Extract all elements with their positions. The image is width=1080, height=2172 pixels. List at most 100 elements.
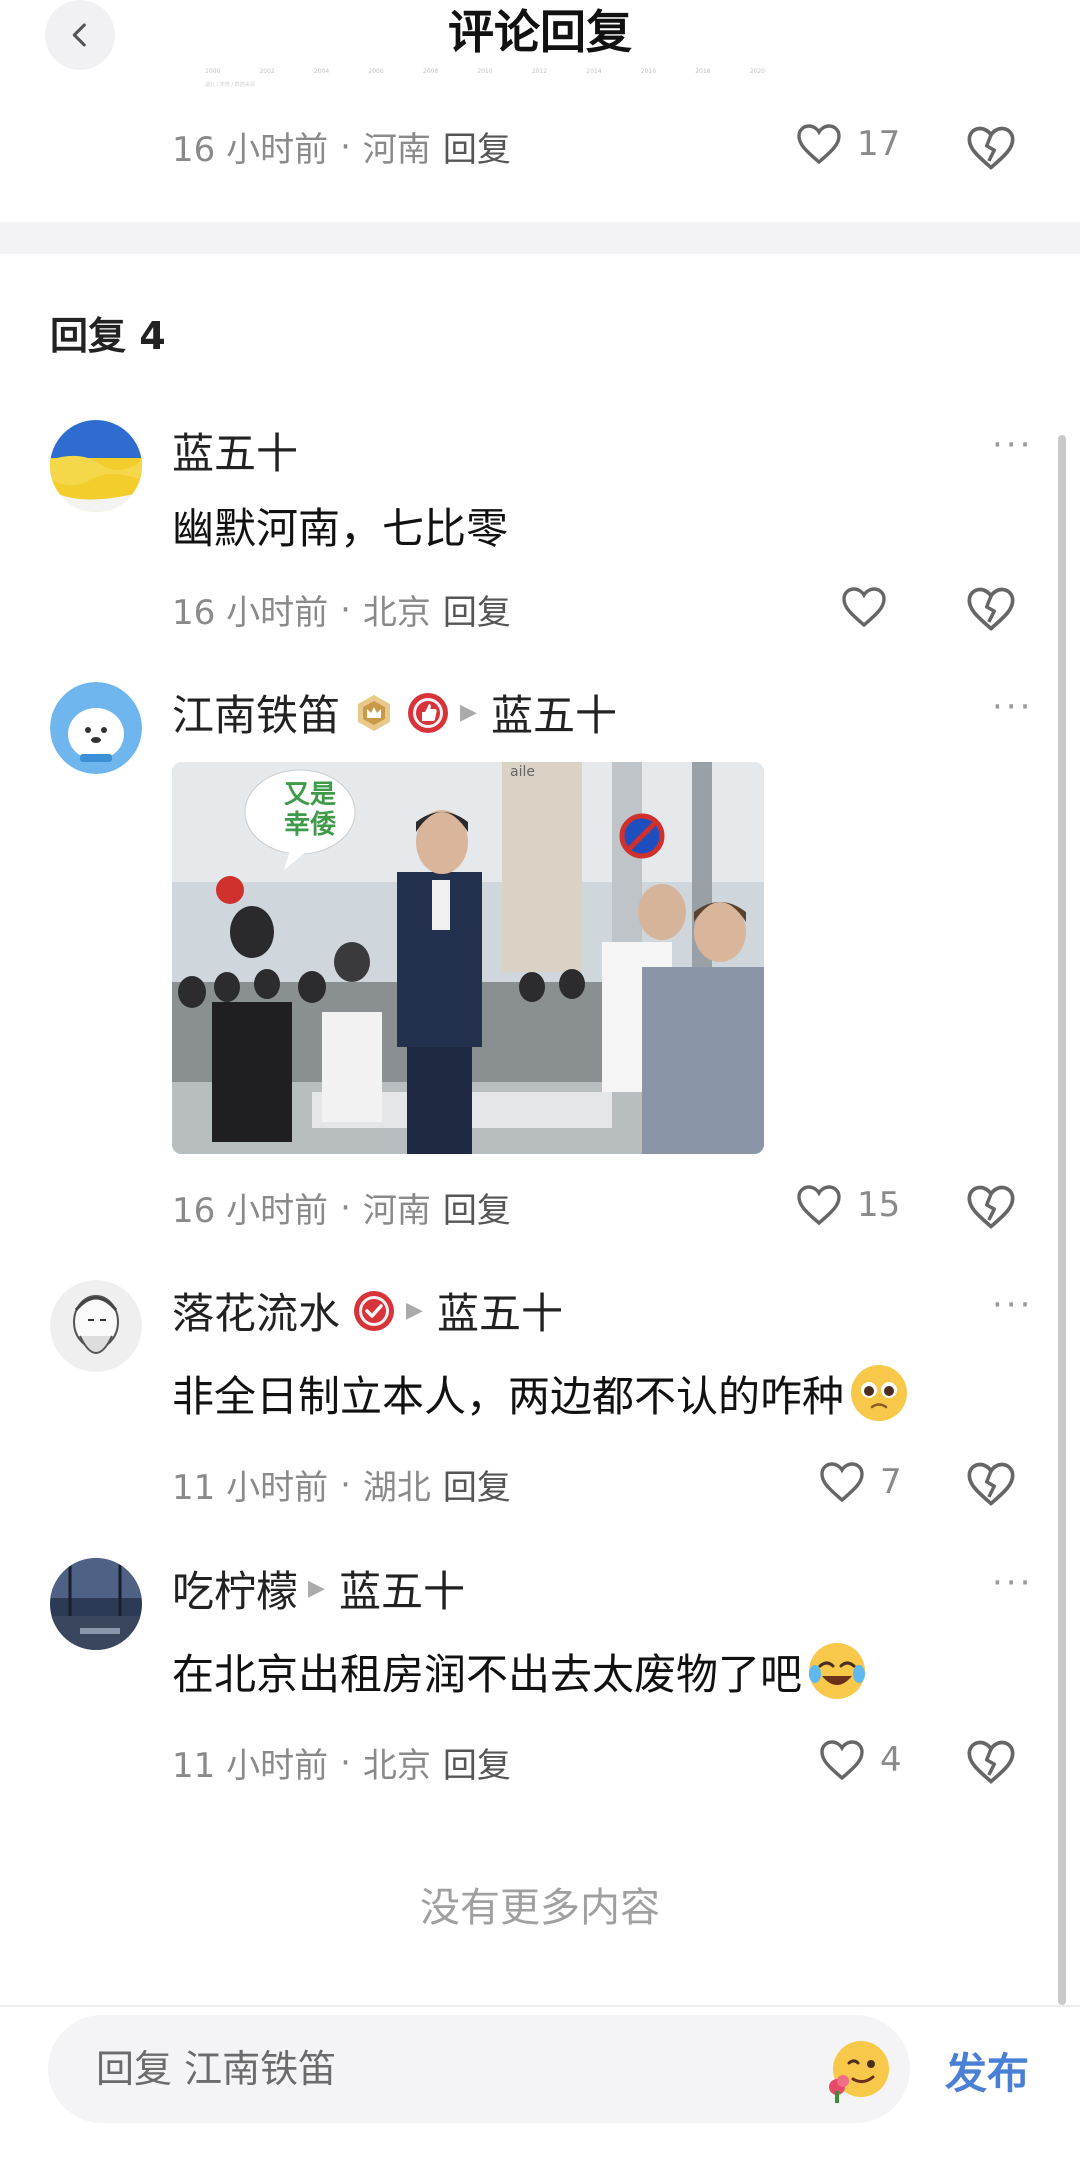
scrollbar[interactable]: [1058, 435, 1066, 2005]
avatar[interactable]: [50, 682, 142, 774]
broken-heart-icon: [967, 1462, 1015, 1506]
timestamp: 16 小时前: [172, 593, 329, 633]
reply-arrow-icon: ▶: [308, 1576, 325, 1601]
more-icon: ···: [992, 687, 1034, 727]
reply-button[interactable]: 回复: [443, 585, 511, 634]
like-button[interactable]: 15: [795, 1183, 900, 1227]
publish-button[interactable]: 发布: [945, 2040, 1029, 2101]
reply-button[interactable]: 回复: [443, 1738, 511, 1787]
like-button[interactable]: [840, 585, 888, 629]
more-icon: ···: [992, 425, 1034, 465]
location: 河南: [362, 130, 431, 170]
comment-body: 非全日制立本人，两边都不认的咋种: [172, 1371, 845, 1421]
heart-icon: [797, 1185, 841, 1226]
like-count: 4: [880, 1740, 902, 1780]
reply-button[interactable]: 回复: [443, 1183, 511, 1232]
dislike-button[interactable]: [965, 1738, 1017, 1790]
tears-of-joy-emoji-icon: [809, 1643, 866, 1699]
check-badge-icon: [354, 1290, 395, 1331]
like-button[interactable]: 17: [795, 122, 900, 166]
replies-heading: 回复 4: [50, 314, 166, 358]
faded-axis-ticks: 2000 2002 2004 2006 2008 2010 2012 2014 2016 2018…: [205, 68, 765, 75]
like-button[interactable]: 4: [818, 1738, 902, 1782]
reply-arrow-icon: ▶: [460, 700, 477, 725]
faded-axis-tick: 2012: [531, 68, 548, 75]
avatar[interactable]: [50, 1558, 142, 1650]
reply-author-line: 吃柠檬 ▶ 蓝五十: [172, 1558, 465, 1619]
faded-axis-tick: 2002: [259, 68, 275, 75]
avatar[interactable]: [50, 420, 142, 512]
more-options-button[interactable]: ···: [992, 1563, 1033, 1603]
emoji-icon: [829, 2041, 889, 2103]
timestamp: 11 小时前: [172, 1746, 329, 1786]
like-button[interactable]: 7: [818, 1460, 902, 1504]
broken-heart-icon: [967, 126, 1015, 170]
section-divider: [0, 222, 1080, 254]
avatar[interactable]: [50, 1280, 142, 1372]
dislike-button[interactable]: [965, 585, 1017, 637]
faded-axis-tick: 2014: [586, 68, 602, 75]
image-sticker-caption: 又是 幸倭: [283, 780, 336, 840]
separator-dot: ·: [340, 1187, 351, 1228]
author-name[interactable]: 江南铁笛: [172, 682, 340, 743]
reply-to-name[interactable]: 蓝五十: [491, 682, 617, 743]
more-icon: ···: [992, 1285, 1034, 1325]
reply-author-line: 蓝五十: [172, 420, 298, 481]
emoji-button[interactable]: [823, 2035, 893, 2105]
reply-arrow-icon: ▶: [406, 1298, 423, 1323]
image-sign-text: aile: [510, 764, 535, 780]
back-button[interactable]: [45, 0, 115, 70]
thumb-badge-icon: [408, 692, 449, 733]
heart-icon: [842, 587, 886, 628]
separator-dot: ·: [340, 1464, 351, 1505]
photo-illustration: [172, 762, 764, 1154]
faded-axis-tick: 2006: [368, 68, 384, 75]
parent-comment-meta: 16 小时前 · 河南 回复: [172, 122, 511, 171]
location: 北京: [362, 1746, 431, 1786]
like-count: 15: [857, 1185, 901, 1225]
broken-heart-icon: [967, 1185, 1015, 1229]
dislike-button[interactable]: [965, 124, 1017, 176]
dislike-button[interactable]: [965, 1460, 1017, 1512]
reply-button[interactable]: 回复: [443, 1460, 511, 1509]
faded-axis-tick: 2018: [695, 68, 711, 75]
timestamp: 11 小时前: [172, 1468, 329, 1508]
comment-text: 幽默河南，七比零: [172, 504, 509, 553]
like-count: 17: [857, 124, 901, 164]
heart-icon: [820, 1740, 864, 1781]
avatar-cartoon-image: [50, 682, 142, 774]
reply-input[interactable]: [48, 2015, 910, 2123]
timestamp: 16 小时前: [172, 130, 329, 170]
timestamp: 16 小时前: [172, 1191, 329, 1231]
reply-meta: 16 小时前 · 北京 回复: [172, 585, 511, 634]
more-options-button[interactable]: ···: [992, 425, 1033, 465]
more-icon: ···: [992, 1563, 1034, 1603]
reply-author-line: 落花流水 ▶ 蓝五十: [172, 1280, 563, 1341]
avatar-street-image: [50, 1558, 142, 1650]
more-options-button[interactable]: ···: [992, 1285, 1033, 1325]
author-name[interactable]: 落花流水: [172, 1280, 340, 1341]
author-name[interactable]: 吃柠檬: [172, 1558, 298, 1619]
faded-caption: 湖北 / 年份 / 数据来源: [205, 82, 255, 88]
page-title: 评论回复: [448, 5, 632, 59]
like-count: 7: [880, 1462, 902, 1502]
heart-icon: [797, 124, 841, 165]
pleading-face-emoji-icon: [851, 1365, 908, 1421]
comment-text: 非全日制立本人，两边都不认的咋种: [172, 1362, 910, 1424]
more-options-button[interactable]: ···: [992, 687, 1033, 727]
separator-dot: ·: [340, 1742, 351, 1783]
reply-to-name[interactable]: 蓝五十: [339, 1558, 465, 1619]
reply-meta: 11 小时前 · 北京 回复: [172, 1738, 511, 1787]
comment-image[interactable]: 又是 幸倭 aile: [172, 762, 764, 1154]
faded-axis-tick: 2020: [749, 68, 765, 75]
avatar-flag-image: [50, 420, 142, 512]
no-more-content-label: 没有更多内容: [420, 1885, 660, 1931]
author-name[interactable]: 蓝五十: [172, 420, 298, 481]
dislike-button[interactable]: [965, 1183, 1017, 1235]
reply-meta: 11 小时前 · 湖北 回复: [172, 1460, 511, 1509]
reply-button[interactable]: 回复: [443, 122, 511, 171]
location: 河南: [362, 1191, 431, 1231]
reply-to-name[interactable]: 蓝五十: [437, 1280, 563, 1341]
avatar-sketch-image: [50, 1280, 142, 1372]
comment-body: 在北京出租房润不出去太废物了吧: [172, 1649, 803, 1699]
